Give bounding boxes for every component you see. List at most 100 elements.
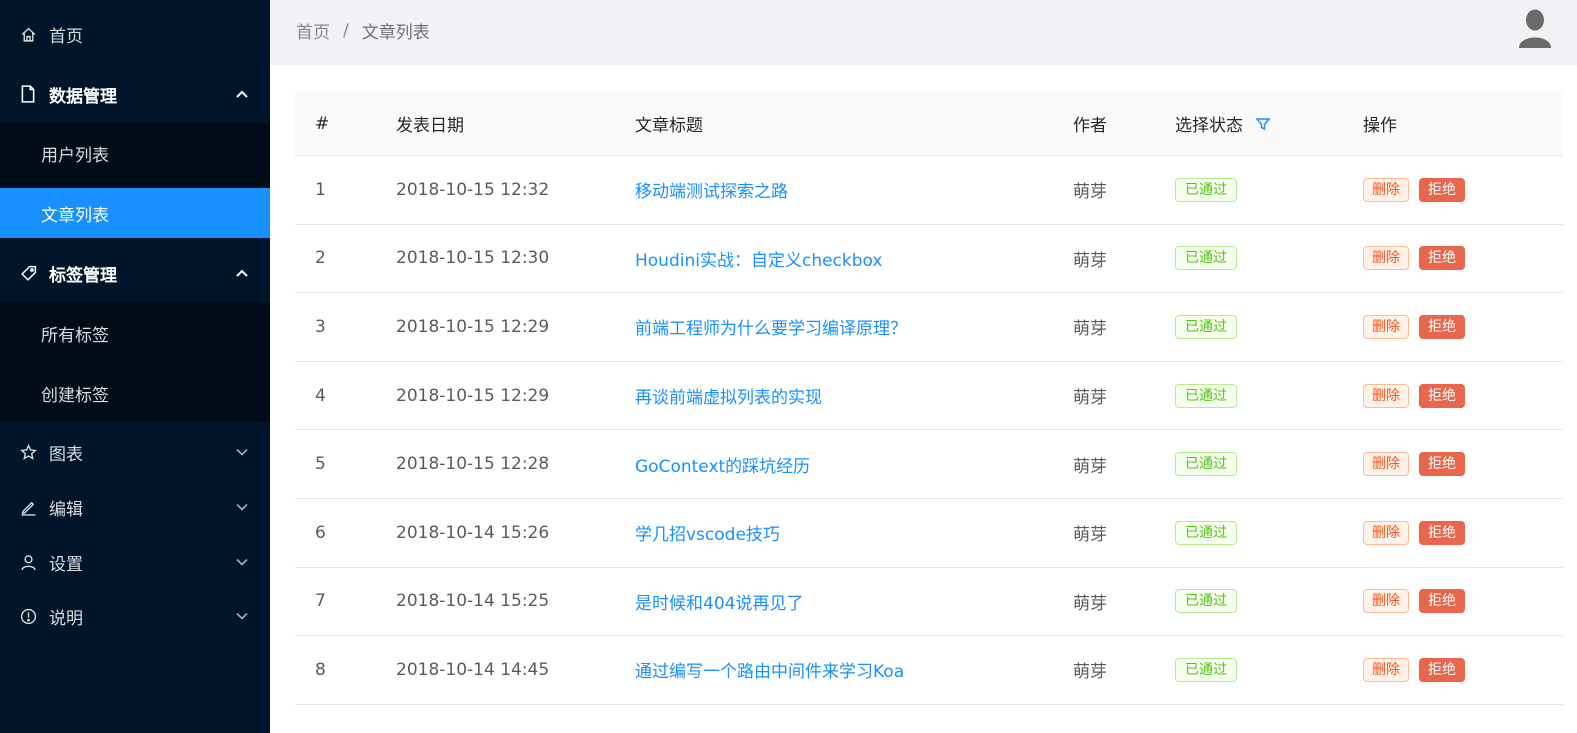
cell-actions: 删除 拒绝 [1363, 430, 1465, 498]
cell-status: 已通过 [1175, 225, 1237, 293]
reject-button[interactable]: 拒绝 [1419, 520, 1465, 545]
table-row: 3 2018-10-15 12:29 前端工程师为什么要学习编译原理？ 萌芽 已通过 删除… [295, 293, 1563, 362]
cell-index: 2 [315, 248, 326, 269]
article-title-link[interactable]: GoContext的踩坑经历 [635, 452, 810, 477]
chevron-down-icon [236, 610, 248, 622]
reject-button[interactable]: 拒绝 [1419, 452, 1465, 477]
status-badge: 已通过 [1175, 452, 1237, 477]
sidebar-item-edit[interactable]: 编辑 [0, 481, 270, 533]
sidebar-item-label: 首页 [49, 26, 83, 47]
cell-author: 萌芽 [1073, 250, 1107, 271]
delete-button[interactable]: 删除 [1363, 520, 1409, 545]
cell-actions: 删除 拒绝 [1363, 568, 1465, 636]
cell-actions: 删除 拒绝 [1363, 362, 1465, 430]
cell-status: 已通过 [1175, 499, 1237, 567]
sidebar-item-about[interactable]: 说明 [0, 590, 270, 642]
breadcrumb-home[interactable]: 首页 [296, 18, 330, 43]
cell-date: 2018-10-15 12:29 [396, 316, 550, 337]
avatar-icon[interactable] [1518, 8, 1552, 48]
cell-index: 8 [315, 659, 326, 680]
cell-author: 萌芽 [1073, 319, 1107, 340]
sidebar-item-label: 数据管理 [49, 86, 117, 107]
cell-index: 3 [315, 316, 326, 337]
article-title-link[interactable]: Houdini实战：自定义checkbox [635, 246, 882, 271]
delete-button[interactable]: 删除 [1363, 452, 1409, 477]
sidebar-item-label: 图表 [49, 444, 83, 465]
cell-status: 已通过 [1175, 568, 1237, 636]
cell-date: 2018-10-14 14:45 [396, 659, 550, 680]
status-badge: 已通过 [1175, 314, 1237, 339]
reject-button[interactable]: 拒绝 [1419, 383, 1465, 408]
cell-title: Houdini实战：自定义checkbox [635, 225, 882, 293]
sidebar-item-create-tag[interactable]: 创建标签 [0, 367, 270, 419]
column-header-title: 文章标题 [635, 116, 703, 136]
sidebar-item-article-list[interactable]: 文章列表 [0, 188, 270, 238]
sidebar-item-label: 创建标签 [41, 385, 109, 406]
filter-icon[interactable] [1255, 116, 1271, 132]
cell-author: 萌芽 [1073, 182, 1107, 203]
user-icon [19, 553, 37, 571]
sidebar-item-data-mgmt[interactable]: 数据管理 [0, 68, 270, 120]
table-row: 2 2018-10-15 12:30 Houdini实战：自定义checkbox 萌芽… [295, 225, 1563, 294]
table-row: 1 2018-10-15 12:32 移动端测试探索之路 萌芽 已通过 删除 拒绝 [295, 156, 1563, 225]
column-header-status-label: 选择状态 [1175, 116, 1243, 136]
sidebar-item-label: 文章列表 [41, 205, 109, 226]
cell-date: 2018-10-15 12:29 [396, 385, 550, 406]
reject-button[interactable]: 拒绝 [1419, 589, 1465, 614]
cell-author: 萌芽 [1073, 593, 1107, 614]
delete-button[interactable]: 删除 [1363, 589, 1409, 614]
sidebar-item-label: 说明 [49, 608, 83, 629]
status-badge: 已通过 [1175, 177, 1237, 202]
sidebar-item-charts[interactable]: 图表 [0, 426, 270, 478]
column-header-index: # [315, 113, 330, 134]
article-title-link[interactable]: 通过编写一个路由中间件来学习Koa [635, 657, 904, 682]
column-header-author: 作者 [1073, 116, 1107, 136]
article-title-link[interactable]: 是时候和404说再见了 [635, 589, 803, 614]
status-badge: 已通过 [1175, 589, 1237, 614]
delete-button[interactable]: 删除 [1363, 246, 1409, 271]
star-icon [19, 443, 37, 461]
column-header-actions: 操作 [1363, 116, 1397, 136]
table-row: 7 2018-10-14 15:25 是时候和404说再见了 萌芽 已通过 删除 拒绝 [295, 568, 1563, 637]
chevron-up-icon [236, 88, 248, 100]
cell-actions: 删除 拒绝 [1363, 156, 1465, 224]
table-row: 5 2018-10-15 12:28 GoContext的踩坑经历 萌芽 已通过 删除 拒绝 [295, 430, 1563, 499]
cell-index: 4 [315, 385, 326, 406]
delete-button[interactable]: 删除 [1363, 383, 1409, 408]
reject-button[interactable]: 拒绝 [1419, 314, 1465, 339]
table-header: # 发表日期 文章标题 作者 选择状态 操作 [295, 91, 1563, 156]
sidebar-item-user-list[interactable]: 用户列表 [0, 127, 270, 179]
article-title-link[interactable]: 学几招vscode技巧 [635, 520, 780, 545]
reject-button[interactable]: 拒绝 [1419, 177, 1465, 202]
delete-button[interactable]: 删除 [1363, 314, 1409, 339]
delete-button[interactable]: 删除 [1363, 657, 1409, 682]
cell-status: 已通过 [1175, 636, 1237, 704]
reject-button[interactable]: 拒绝 [1419, 657, 1465, 682]
cell-actions: 删除 拒绝 [1363, 293, 1465, 361]
delete-button[interactable]: 删除 [1363, 177, 1409, 202]
column-header-date: 发表日期 [396, 116, 464, 136]
sidebar-item-label: 标签管理 [49, 265, 117, 286]
chevron-up-icon [236, 267, 248, 279]
cell-author: 萌芽 [1073, 456, 1107, 477]
article-title-link[interactable]: 前端工程师为什么要学习编译原理？ [635, 314, 907, 339]
chevron-down-icon [236, 556, 248, 568]
table-row: 8 2018-10-14 14:45 通过编写一个路由中间件来学习Koa 萌芽 已通过 删… [295, 636, 1563, 705]
cell-date: 2018-10-14 15:25 [396, 591, 550, 612]
sidebar-item-settings[interactable]: 设置 [0, 536, 270, 588]
reject-button[interactable]: 拒绝 [1419, 246, 1465, 271]
article-title-link[interactable]: 再谈前端虚拟列表的实现 [635, 383, 822, 408]
sidebar-item-all-tags[interactable]: 所有标签 [0, 307, 270, 359]
header: 首页 / 文章列表 [270, 0, 1577, 65]
sidebar-item-home[interactable]: 首页 [0, 8, 270, 60]
file-icon [19, 85, 37, 103]
cell-index: 5 [315, 454, 326, 475]
cell-index: 1 [315, 179, 326, 200]
cell-date: 2018-10-15 12:28 [396, 454, 550, 475]
cell-actions: 删除 拒绝 [1363, 636, 1465, 704]
cell-title: GoContext的踩坑经历 [635, 430, 810, 498]
sidebar-item-tag-mgmt[interactable]: 标签管理 [0, 247, 270, 299]
article-title-link[interactable]: 移动端测试探索之路 [635, 177, 788, 202]
cell-title: 再谈前端虚拟列表的实现 [635, 362, 822, 430]
status-badge: 已通过 [1175, 246, 1237, 271]
